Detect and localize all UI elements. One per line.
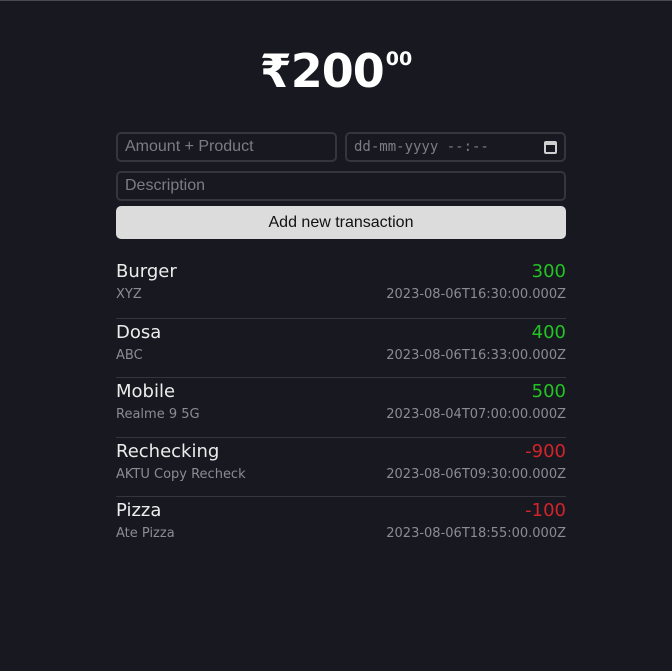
description-input[interactable]: Description [116, 171, 566, 201]
transaction-item: Pizza -100 Ate Pizza 2023-08-06T18:55:00… [116, 496, 566, 556]
balance-symbol: ₹ [259, 44, 292, 98]
transaction-amount: 300 [531, 261, 566, 282]
balance-amount: 200 [290, 44, 385, 98]
transaction-date: 2023-08-06T18:55:00.000Z [386, 526, 566, 541]
balance-cents: 00 [385, 48, 413, 70]
transaction-name: Dosa [116, 321, 162, 343]
transaction-name: Burger [116, 261, 177, 282]
balance-display: ₹200 00 [0, 48, 672, 94]
transaction-description: Realme 9 5G [116, 407, 200, 422]
transaction-date: 2023-08-04T07:00:00.000Z [386, 407, 566, 422]
transaction-description: Ate Pizza [116, 526, 175, 541]
transaction-description: ABC [116, 347, 143, 363]
datetime-placeholder: dd-mm-yyyy --:-- [354, 139, 489, 155]
transaction-name: Rechecking [116, 440, 220, 462]
amount-product-input[interactable]: Amount + Product [116, 132, 337, 162]
transaction-name: Pizza [116, 500, 162, 521]
transaction-name: Mobile [116, 381, 176, 402]
window-top-border [0, 0, 672, 1]
transaction-item: Rechecking -900 AKTU Copy Recheck 2023-0… [116, 436, 566, 497]
form-row-top: Amount + Product dd-mm-yyyy --:-- [116, 132, 566, 162]
transaction-list: Burger 300 XYZ 2023-08-06T16:30:00.000Z … [116, 258, 566, 556]
add-transaction-button[interactable]: Add new transaction [116, 206, 566, 239]
transaction-amount: -100 [525, 500, 566, 521]
transaction-amount: 500 [531, 381, 566, 402]
transaction-amount: 400 [531, 321, 566, 343]
transaction-description: AKTU Copy Recheck [116, 466, 246, 482]
transaction-item: Burger 300 XYZ 2023-08-06T16:30:00.000Z [116, 258, 566, 318]
transaction-date: 2023-08-06T16:33:00.000Z [386, 347, 566, 363]
transaction-amount: -900 [525, 440, 566, 462]
transaction-item: Mobile 500 Realme 9 5G 2023-08-04T07:00:… [116, 377, 566, 437]
datetime-input[interactable]: dd-mm-yyyy --:-- [345, 132, 566, 162]
transaction-form: Amount + Product dd-mm-yyyy --:-- Descri… [116, 132, 566, 239]
transaction-item: Dosa 400 ABC 2023-08-06T16:33:00.000Z [116, 317, 566, 378]
calendar-icon[interactable] [544, 140, 557, 154]
transaction-description: XYZ [116, 287, 142, 302]
transaction-date: 2023-08-06T09:30:00.000Z [386, 466, 566, 482]
transaction-date: 2023-08-06T16:30:00.000Z [386, 287, 566, 302]
